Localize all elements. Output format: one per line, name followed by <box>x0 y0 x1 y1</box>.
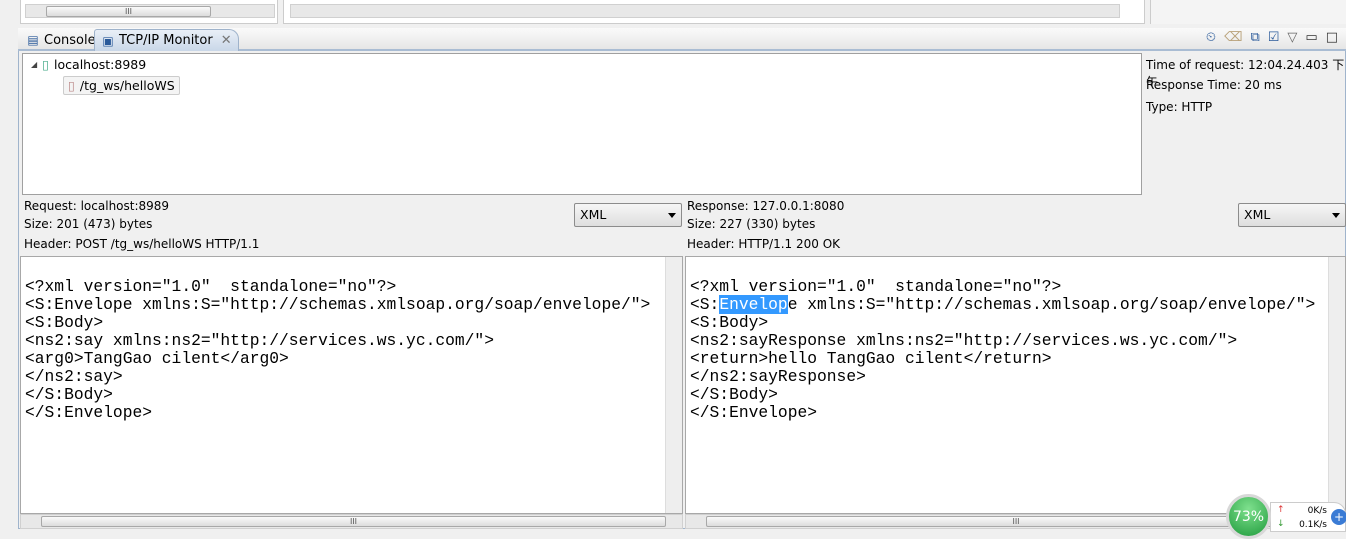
show-header-icon[interactable]: ☑ <box>1268 30 1280 45</box>
code-line: <ns2:sayResponse xmlns:ns2="http://servi… <box>690 331 1238 350</box>
tree-item-request[interactable]: ▯/tg_ws/helloWS <box>63 76 180 95</box>
request-icon: ▯ <box>68 78 75 93</box>
plus-icon[interactable]: + <box>1331 509 1346 525</box>
request-size: Size: 201 (473) bytes <box>24 217 153 231</box>
request-header: Header: POST /tg_ws/helloWS HTTP/1.1 <box>24 237 260 251</box>
vertical-scrollbar[interactable] <box>1328 257 1345 513</box>
speed-readout: ↑ 0K/s ↓ 0.1K/s + <box>1270 502 1346 532</box>
code-line: </S:Body> <box>690 385 778 404</box>
maximize-icon[interactable]: □ <box>1326 30 1338 45</box>
chevron-down-icon <box>1332 213 1340 222</box>
editor-panel-fragment <box>283 0 1145 24</box>
code-line: <ns2:say xmlns:ns2="http://services.ws.y… <box>25 331 494 350</box>
code-line: <S:Envelope xmlns:S="http://schemas.xmls… <box>25 295 651 314</box>
request-type: Type: HTTP <box>1146 100 1213 114</box>
selected-text: Envelop <box>719 295 788 314</box>
code-line: <S:Envelope xmlns:S="http://schemas.xmls… <box>690 295 1316 314</box>
upload-arrow-icon: ↑ <box>1277 505 1285 515</box>
code-line: <arg0>TangGao cilent</arg0> <box>25 349 289 368</box>
download-arrow-icon: ↓ <box>1277 519 1285 529</box>
response-time: Response Time: 20 ms <box>1146 78 1282 92</box>
response-header: Header: HTTP/1.1 200 OK <box>687 237 841 251</box>
expand-icon[interactable]: ◢ <box>31 60 37 69</box>
clear-icon[interactable]: ⌫ <box>1224 30 1242 45</box>
properties-icon[interactable]: ⧉ <box>1250 30 1259 45</box>
tab-tcpip-monitor[interactable]: ▣ TCP/IP Monitor ✕ <box>94 29 239 51</box>
code-line: <?xml version="1.0" standalone="no"?> <box>25 277 397 296</box>
tab-console[interactable]: ▤ Console <box>20 29 102 51</box>
request-tree: ◢ ▯ localhost:8989 ▯/tg_ws/helloWS <box>22 53 1142 195</box>
sort-by-time-icon[interactable]: ⏲ <box>1206 30 1216 45</box>
code-line: <return>hello TangGao cilent</return> <box>690 349 1052 368</box>
code-line: </S:Body> <box>25 385 113 404</box>
code-line: <?xml version="1.0" standalone="no"?> <box>690 277 1062 296</box>
horizontal-scrollbar[interactable]: III <box>25 4 275 18</box>
response-body-viewer[interactable]: <?xml version="1.0" standalone="no"?> <S:… <box>685 256 1346 514</box>
code-line: </ns2:sayResponse> <box>690 367 866 386</box>
request-horizontal-scrollbar[interactable]: III <box>20 514 683 529</box>
code-line: </S:Envelope> <box>25 403 153 422</box>
response-size: Size: 227 (330) bytes <box>687 217 816 231</box>
console-icon: ▤ <box>27 33 39 47</box>
memory-usage-ball[interactable]: 73% <box>1226 494 1271 539</box>
properties-panel-fragment <box>1150 0 1346 24</box>
horizontal-scrollbar[interactable] <box>290 4 1120 18</box>
close-icon[interactable]: ✕ <box>221 33 232 48</box>
minimize-icon[interactable]: ▭ <box>1305 30 1317 45</box>
code-line: </ns2:say> <box>25 367 123 386</box>
response-format-select[interactable]: XML <box>1238 203 1346 227</box>
vertical-scrollbar[interactable] <box>665 257 682 513</box>
code-line: </S:Envelope> <box>690 403 818 422</box>
request-format-select[interactable]: XML <box>574 203 682 227</box>
view-menu-icon[interactable]: ▽ <box>1287 30 1297 45</box>
outline-panel-fragment: III <box>20 0 278 24</box>
code-line: <S:Body> <box>25 313 104 332</box>
network-monitor-widget[interactable]: ↑ 0K/s ↓ 0.1K/s + 73% <box>1226 494 1346 539</box>
response-host: Response: 127.0.0.1:8080 <box>687 199 845 213</box>
chevron-down-icon <box>668 213 676 222</box>
tree-item-host[interactable]: ◢ ▯ localhost:8989 <box>31 57 146 72</box>
request-body-viewer[interactable]: <?xml version="1.0" standalone="no"?> <S:… <box>20 256 683 514</box>
code-line: <S:Body> <box>690 313 769 332</box>
request-host: Request: localhost:8989 <box>24 199 170 213</box>
server-icon: ▯ <box>42 57 50 72</box>
tcpip-monitor-icon: ▣ <box>102 33 114 48</box>
view-tab-bar: ▤ Console ▣ TCP/IP Monitor ✕ ⏲ ⌫ ⧉ ☑ ▽ ▭ □ <box>18 28 1346 51</box>
